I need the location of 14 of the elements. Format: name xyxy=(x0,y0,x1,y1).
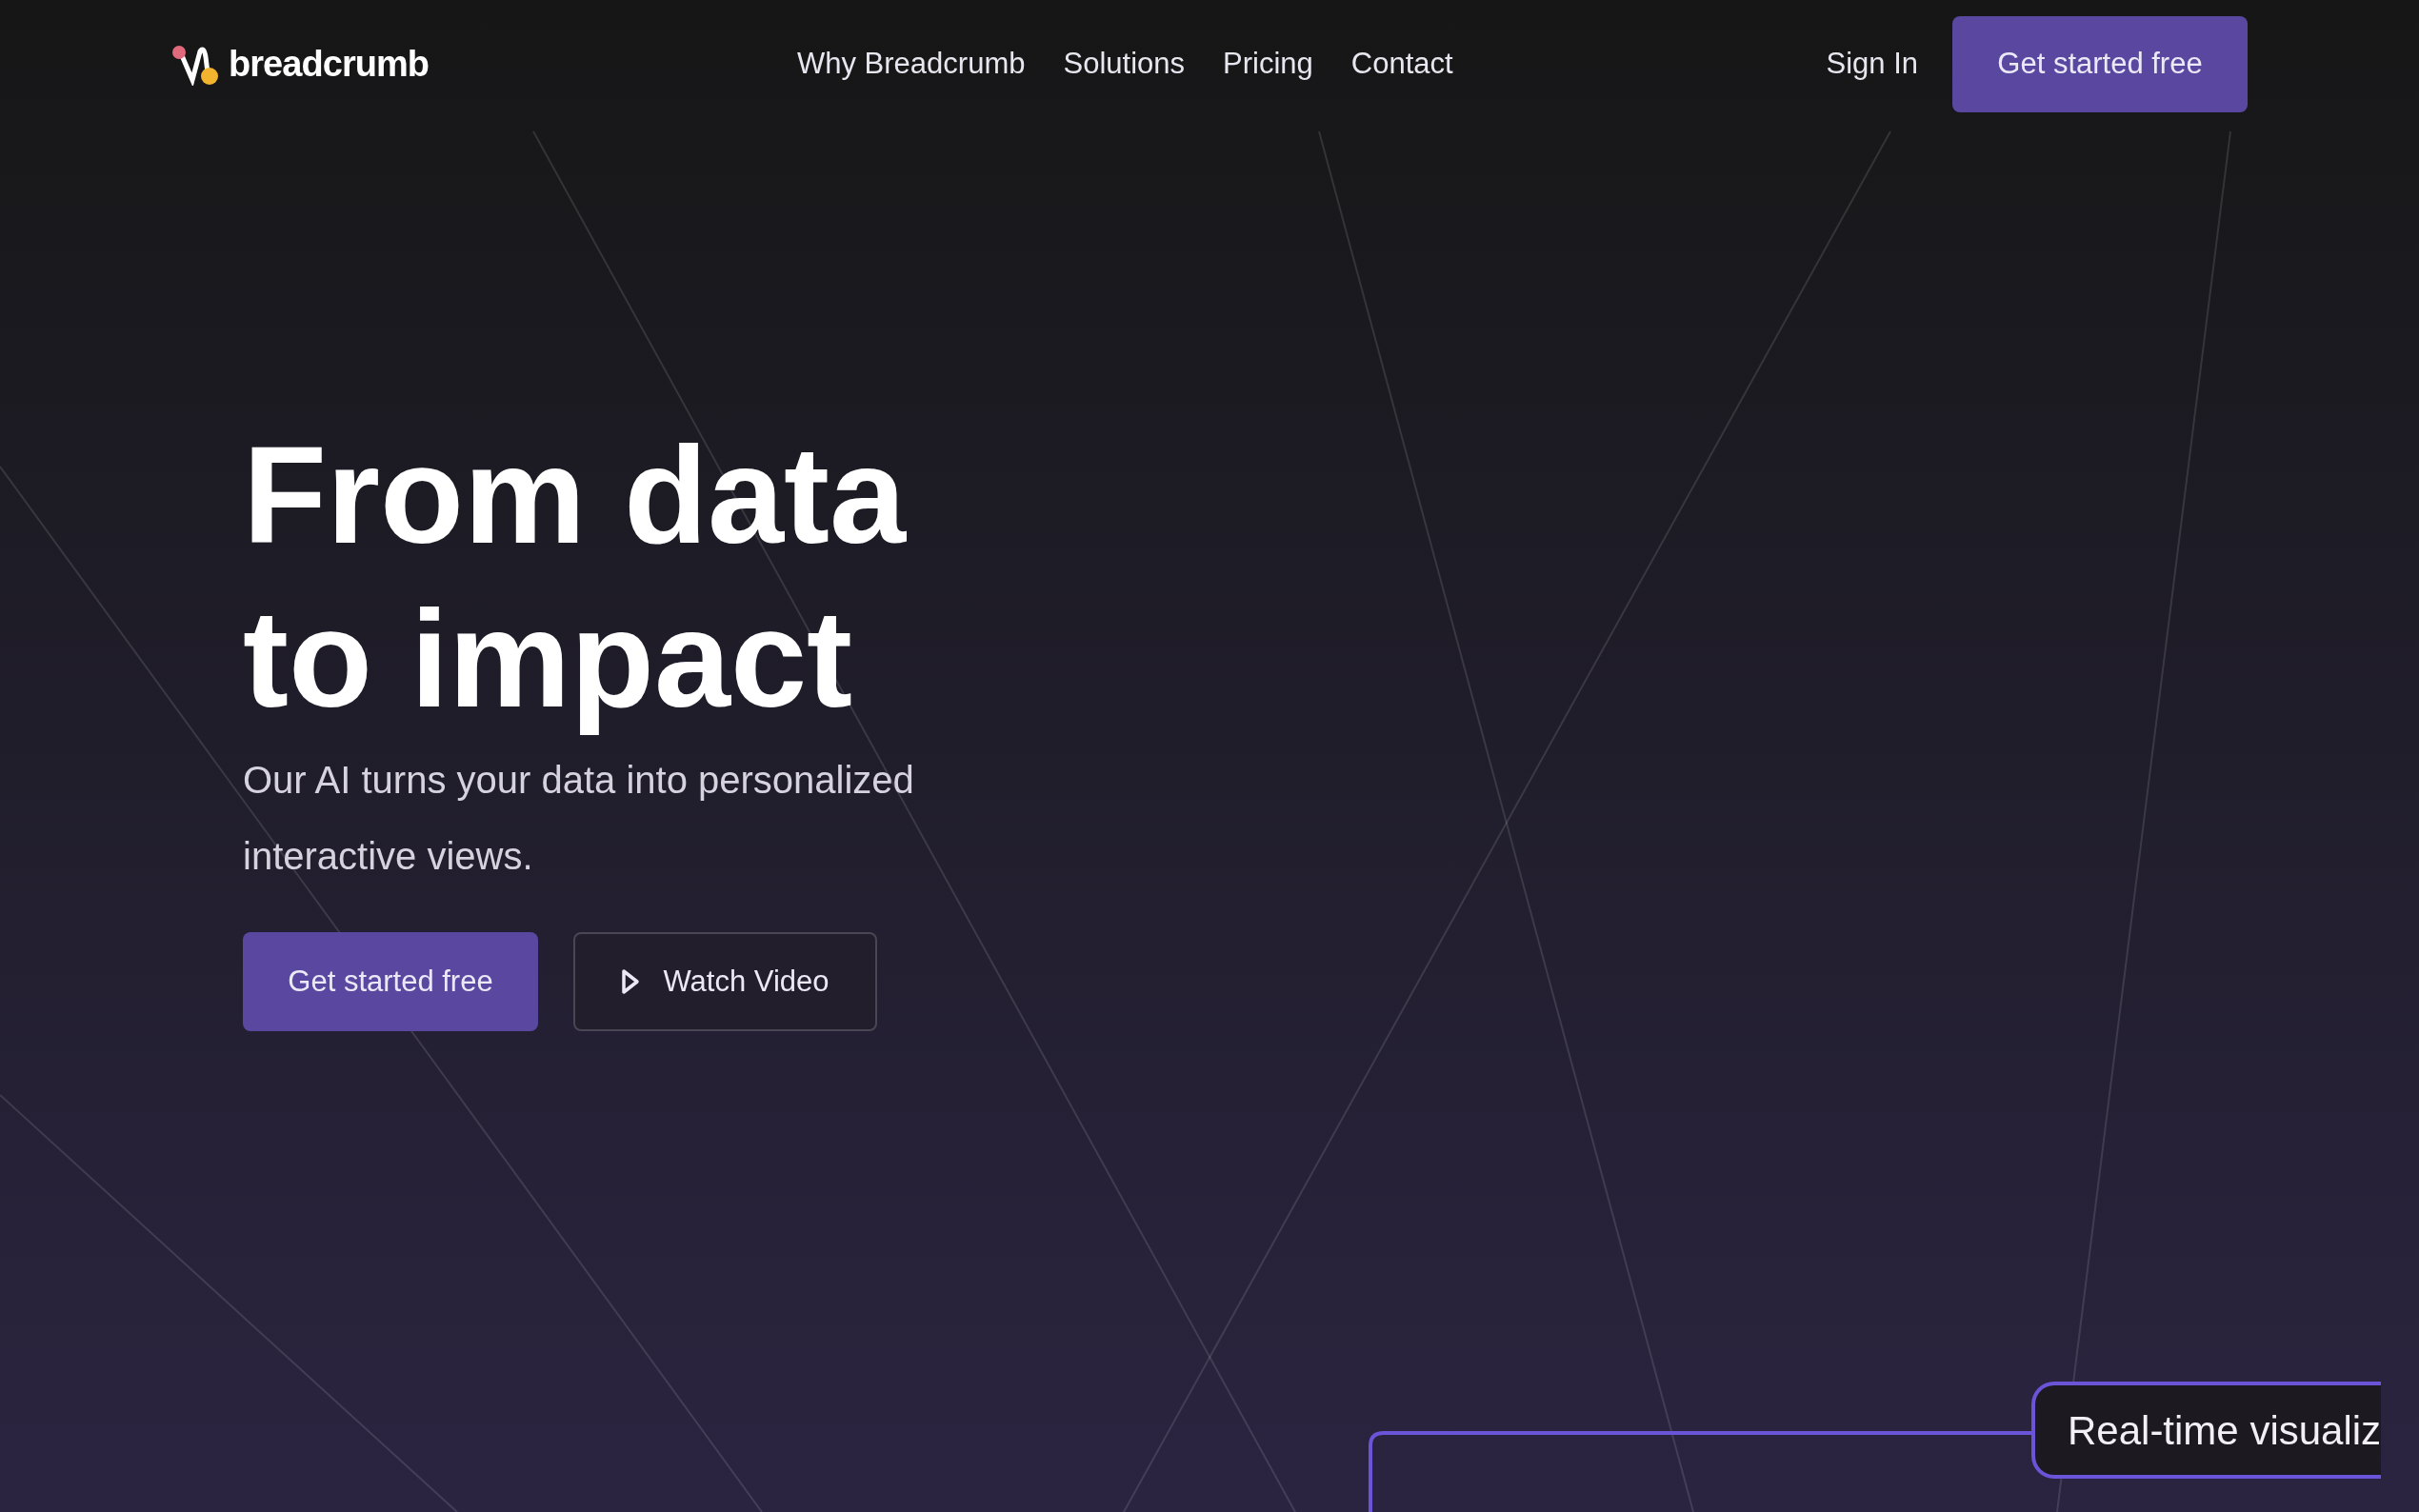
watch-video-button[interactable]: Watch Video xyxy=(573,932,877,1031)
sign-in-link[interactable]: Sign In xyxy=(1826,42,1918,87)
play-icon xyxy=(621,968,641,995)
feature-label: Real-time visualiz xyxy=(2031,1382,2382,1479)
nav-link[interactable]: Solutions xyxy=(1063,42,1185,87)
get-started-button[interactable]: Get started free xyxy=(1952,16,2248,112)
brand-name: breadcrumb xyxy=(229,43,430,86)
hero-headline: From data to impact xyxy=(243,418,908,738)
get-started-button[interactable]: Get started free xyxy=(243,932,538,1031)
nav-link[interactable]: Pricing xyxy=(1223,42,1313,87)
nav-link[interactable]: Why Breadcrumb xyxy=(797,42,1026,87)
logo-icon xyxy=(171,43,219,86)
nav-link[interactable]: Contact xyxy=(1350,42,1453,87)
hero-subtitle: Our AI turns your data into personalized interactive views. xyxy=(243,758,915,879)
